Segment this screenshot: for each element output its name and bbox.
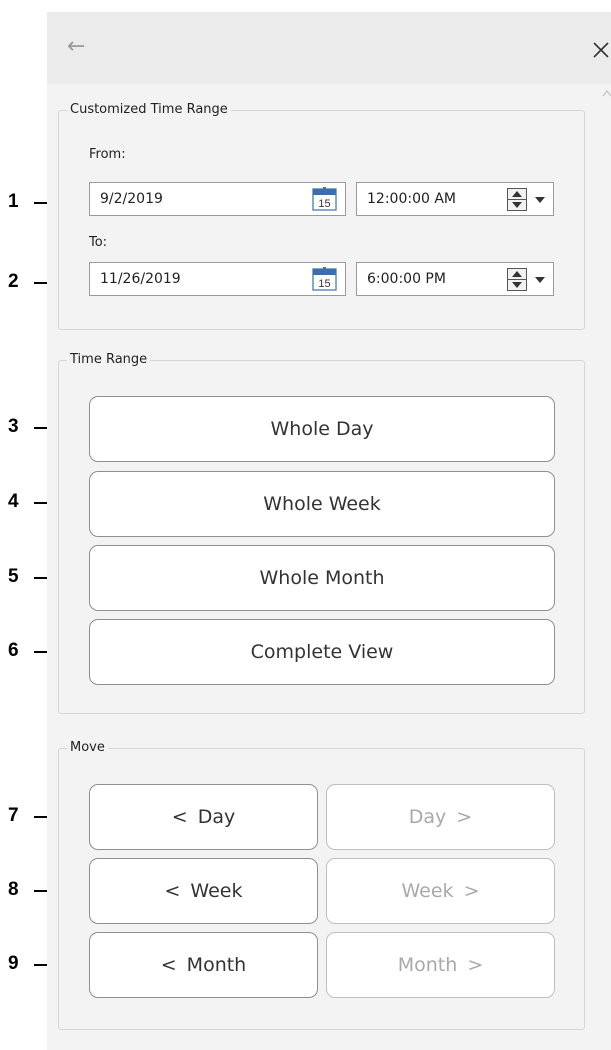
from-time-field[interactable]: 12:00:00 AM [356,182,554,216]
to-date-value: 11/26/2019 [100,271,181,287]
callout-number: 8 [8,879,19,900]
from-time-value: 12:00:00 AM [367,191,456,207]
from-date-value: 9/2/2019 [100,191,163,207]
time-navigation-panel: ← Customized Time Range From: 9/2/2019 1… [47,12,611,1050]
chevron-down-icon[interactable] [532,192,548,208]
button-label: Whole Week [263,493,381,515]
previous-week-button[interactable]: < Week [89,858,318,924]
close-icon[interactable] [591,40,611,60]
to-time-value: 6:00:00 PM [367,271,446,287]
button-label: Whole Day [270,418,374,440]
callout-number: 9 [8,953,19,974]
button-label: Day [408,806,447,828]
chevron-right-icon: > [456,806,473,828]
callout-number: 4 [8,491,19,512]
chevron-left-icon: < [160,954,177,976]
time-spinner-icon[interactable] [507,188,527,211]
to-date-field[interactable]: 11/26/2019 15 [89,262,346,296]
callout-number: 1 [8,191,19,212]
panel-header: ← [47,12,611,84]
move-group: Move < Day Day > < Week Week > < Month Month > [58,740,585,1030]
time-range-group: Time Range Whole Day Whole Week Whole Mo… [58,352,585,714]
back-arrow-icon[interactable]: ← [67,36,85,58]
group-legend: Move [67,740,108,756]
from-label: From: [89,147,126,162]
callout-number: 7 [8,805,19,826]
whole-month-button[interactable]: Whole Month [89,545,555,611]
callout-number: 5 [8,566,19,587]
to-time-field[interactable]: 6:00:00 PM [356,262,554,296]
calendar-icon[interactable]: 15 [312,187,337,211]
previous-day-button[interactable]: < Day [89,784,318,850]
chevron-left-icon: < [171,806,188,828]
scrollbar[interactable] [601,84,611,1050]
scroll-up-icon[interactable] [601,88,611,98]
whole-day-button[interactable]: Whole Day [89,396,555,462]
previous-month-button[interactable]: < Month [89,932,318,998]
callout-number: 2 [8,271,19,292]
button-label: Day [197,806,236,828]
button-label: Month [186,954,247,976]
chevron-left-icon: < [164,880,181,902]
chevron-right-icon: > [463,880,480,902]
callout-number: 3 [8,416,19,437]
calendar-icon[interactable]: 15 [312,267,337,291]
button-label: Month [397,954,458,976]
button-label: Complete View [250,641,394,663]
next-month-button[interactable]: Month > [326,932,555,998]
group-legend: Customized Time Range [67,102,231,118]
calendar-day: 15 [318,278,330,290]
next-week-button[interactable]: Week > [326,858,555,924]
to-label: To: [89,235,108,250]
from-date-field[interactable]: 9/2/2019 15 [89,182,346,216]
group-legend: Time Range [67,352,151,368]
calendar-day: 15 [318,198,330,210]
time-spinner-icon[interactable] [507,268,527,291]
chevron-down-icon[interactable] [532,272,548,288]
next-day-button[interactable]: Day > [326,784,555,850]
chevron-right-icon: > [467,954,484,976]
button-label: Week [190,880,243,902]
complete-view-button[interactable]: Complete View [89,619,555,685]
button-label: Week [401,880,454,902]
button-label: Whole Month [259,567,385,589]
customized-time-range-group: Customized Time Range From: 9/2/2019 15 … [58,102,585,330]
whole-week-button[interactable]: Whole Week [89,471,555,537]
callout-number: 6 [8,640,19,661]
